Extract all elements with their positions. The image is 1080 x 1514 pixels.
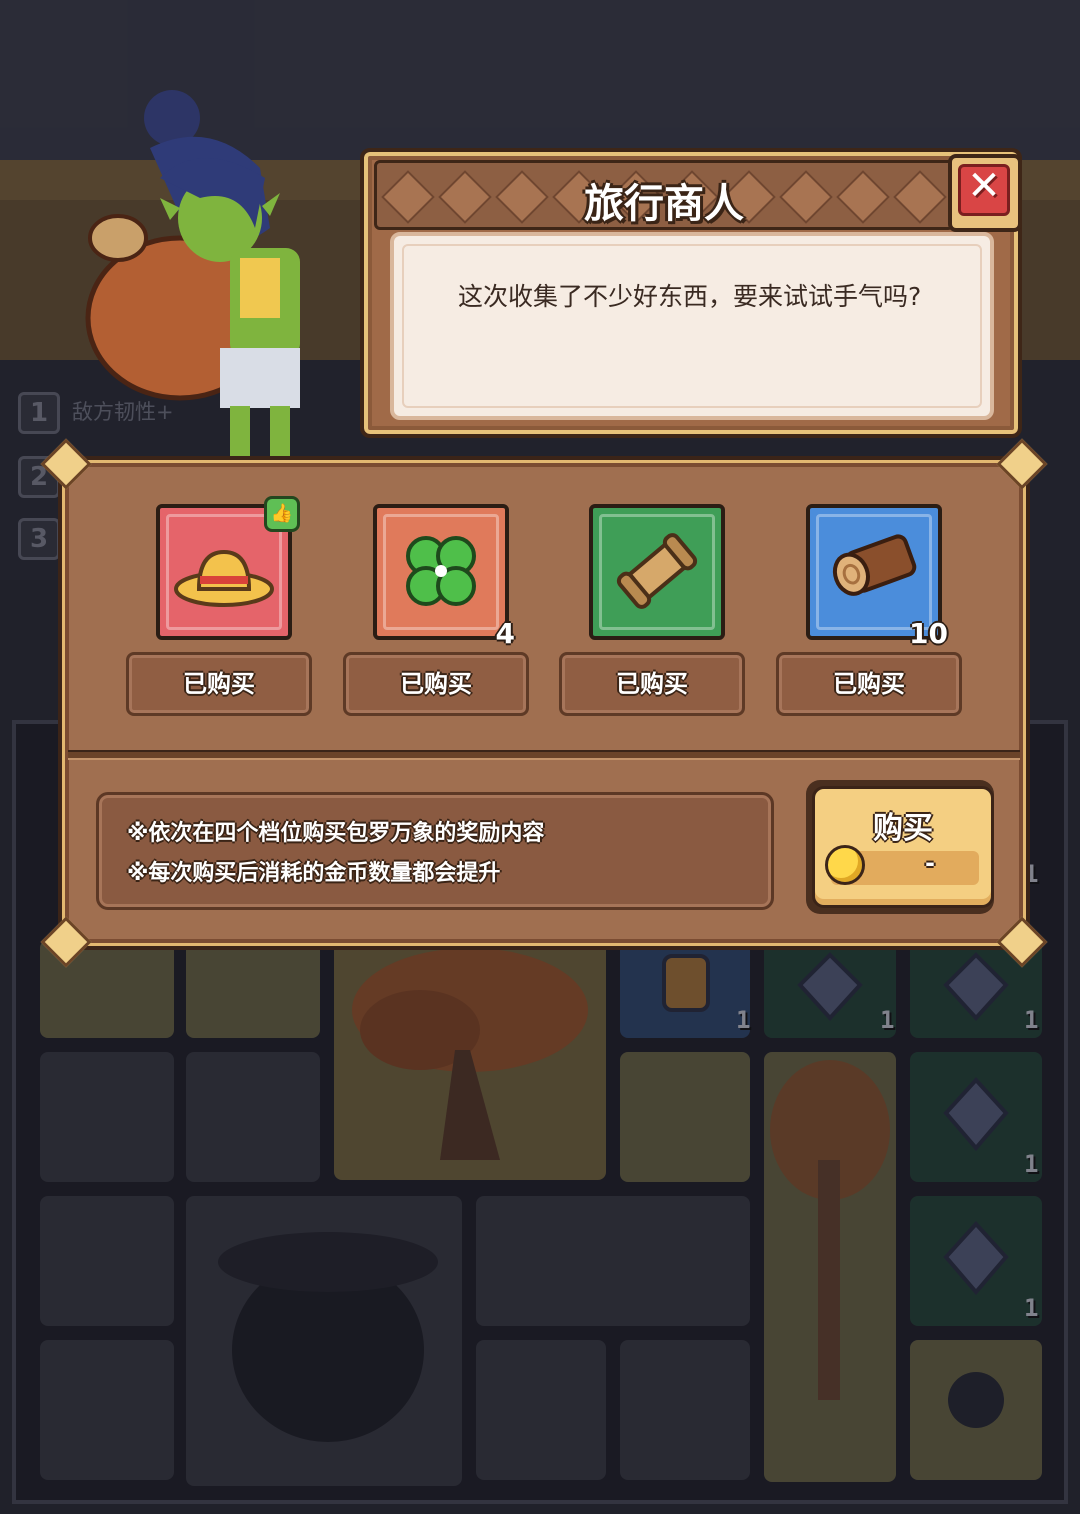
dialog-title-bar: 旅行商人 <box>374 160 954 230</box>
bought-button[interactable]: 已购买 <box>559 652 745 716</box>
skill-slot-1[interactable]: 1 <box>18 392 60 434</box>
panel-divider <box>68 750 1020 760</box>
merchant-message: 这次收集了不少好东西，要来试试手气吗? <box>458 282 922 311</box>
close-button[interactable]: ✕ <box>948 154 1022 232</box>
shop-item-log[interactable]: 10 已购买 <box>776 504 992 724</box>
buy-button[interactable]: 购买 - <box>806 780 994 914</box>
merchant-character-icon <box>85 90 300 458</box>
four-leaf-clover-icon <box>377 526 505 637</box>
close-icon: ✕ <box>967 163 1001 209</box>
item-slot[interactable]: 4 <box>373 504 515 650</box>
item-count: 10 <box>909 617 948 650</box>
shop-item-scroll[interactable]: 已购买 <box>559 504 775 724</box>
tile-count: 1 <box>1024 1006 1039 1034</box>
shop-item-hat[interactable]: 👍 已购买 <box>126 496 342 724</box>
wood-log-icon <box>810 526 938 627</box>
dialog-title: 旅行商人 <box>584 181 744 227</box>
item-slot[interactable]: 👍 <box>156 496 300 640</box>
bought-button[interactable]: 已购买 <box>776 652 962 716</box>
shop-item-clover[interactable]: 4 已购买 <box>343 504 559 724</box>
tile-count: 1 <box>1024 1150 1039 1178</box>
tile-count: 1 <box>1024 1294 1039 1322</box>
shop-items-row: 👍 已购买 4 已购买 已购买 10 已购买 <box>62 496 1026 724</box>
potion-jar-icon <box>662 954 710 1012</box>
straw-hat-icon <box>160 526 288 635</box>
bought-button[interactable]: 已购买 <box>126 652 312 716</box>
scroll-icon <box>593 526 721 637</box>
recommended-thumb-icon: 👍 <box>264 496 300 532</box>
bought-button[interactable]: 已购买 <box>343 652 529 716</box>
shop-panel: 👍 已购买 4 已购买 已购买 10 已购买 ※依次在四个档位购买包罗万象的奖励… <box>40 438 1048 968</box>
description-line: ※每次购买后消耗的金币数量都会提升 <box>127 861 501 886</box>
tile-count: 1 <box>880 1006 895 1034</box>
item-count: 4 <box>495 617 515 650</box>
description-line: ※依次在四个档位购买包罗万象的奖励内容 <box>127 821 545 846</box>
shop-description: ※依次在四个档位购买包罗万象的奖励内容 ※每次购买后消耗的金币数量都会提升 <box>96 792 774 910</box>
skill-slot-3[interactable]: 3 <box>18 518 60 560</box>
item-slot[interactable] <box>589 504 725 640</box>
gold-coin-icon <box>825 845 865 885</box>
item-slot[interactable]: 10 <box>806 504 948 650</box>
buy-button-label: 购买 <box>873 811 933 846</box>
small-cauldron-icon <box>948 1372 1004 1428</box>
price-value: - <box>925 849 935 877</box>
tile-count: 1 <box>736 1006 751 1034</box>
speech-box: 这次收集了不少好东西，要来试试手气吗? <box>390 232 994 420</box>
merchant-dialog: 旅行商人 ✕ 这次收集了不少好东西，要来试试手气吗? <box>360 148 1022 438</box>
